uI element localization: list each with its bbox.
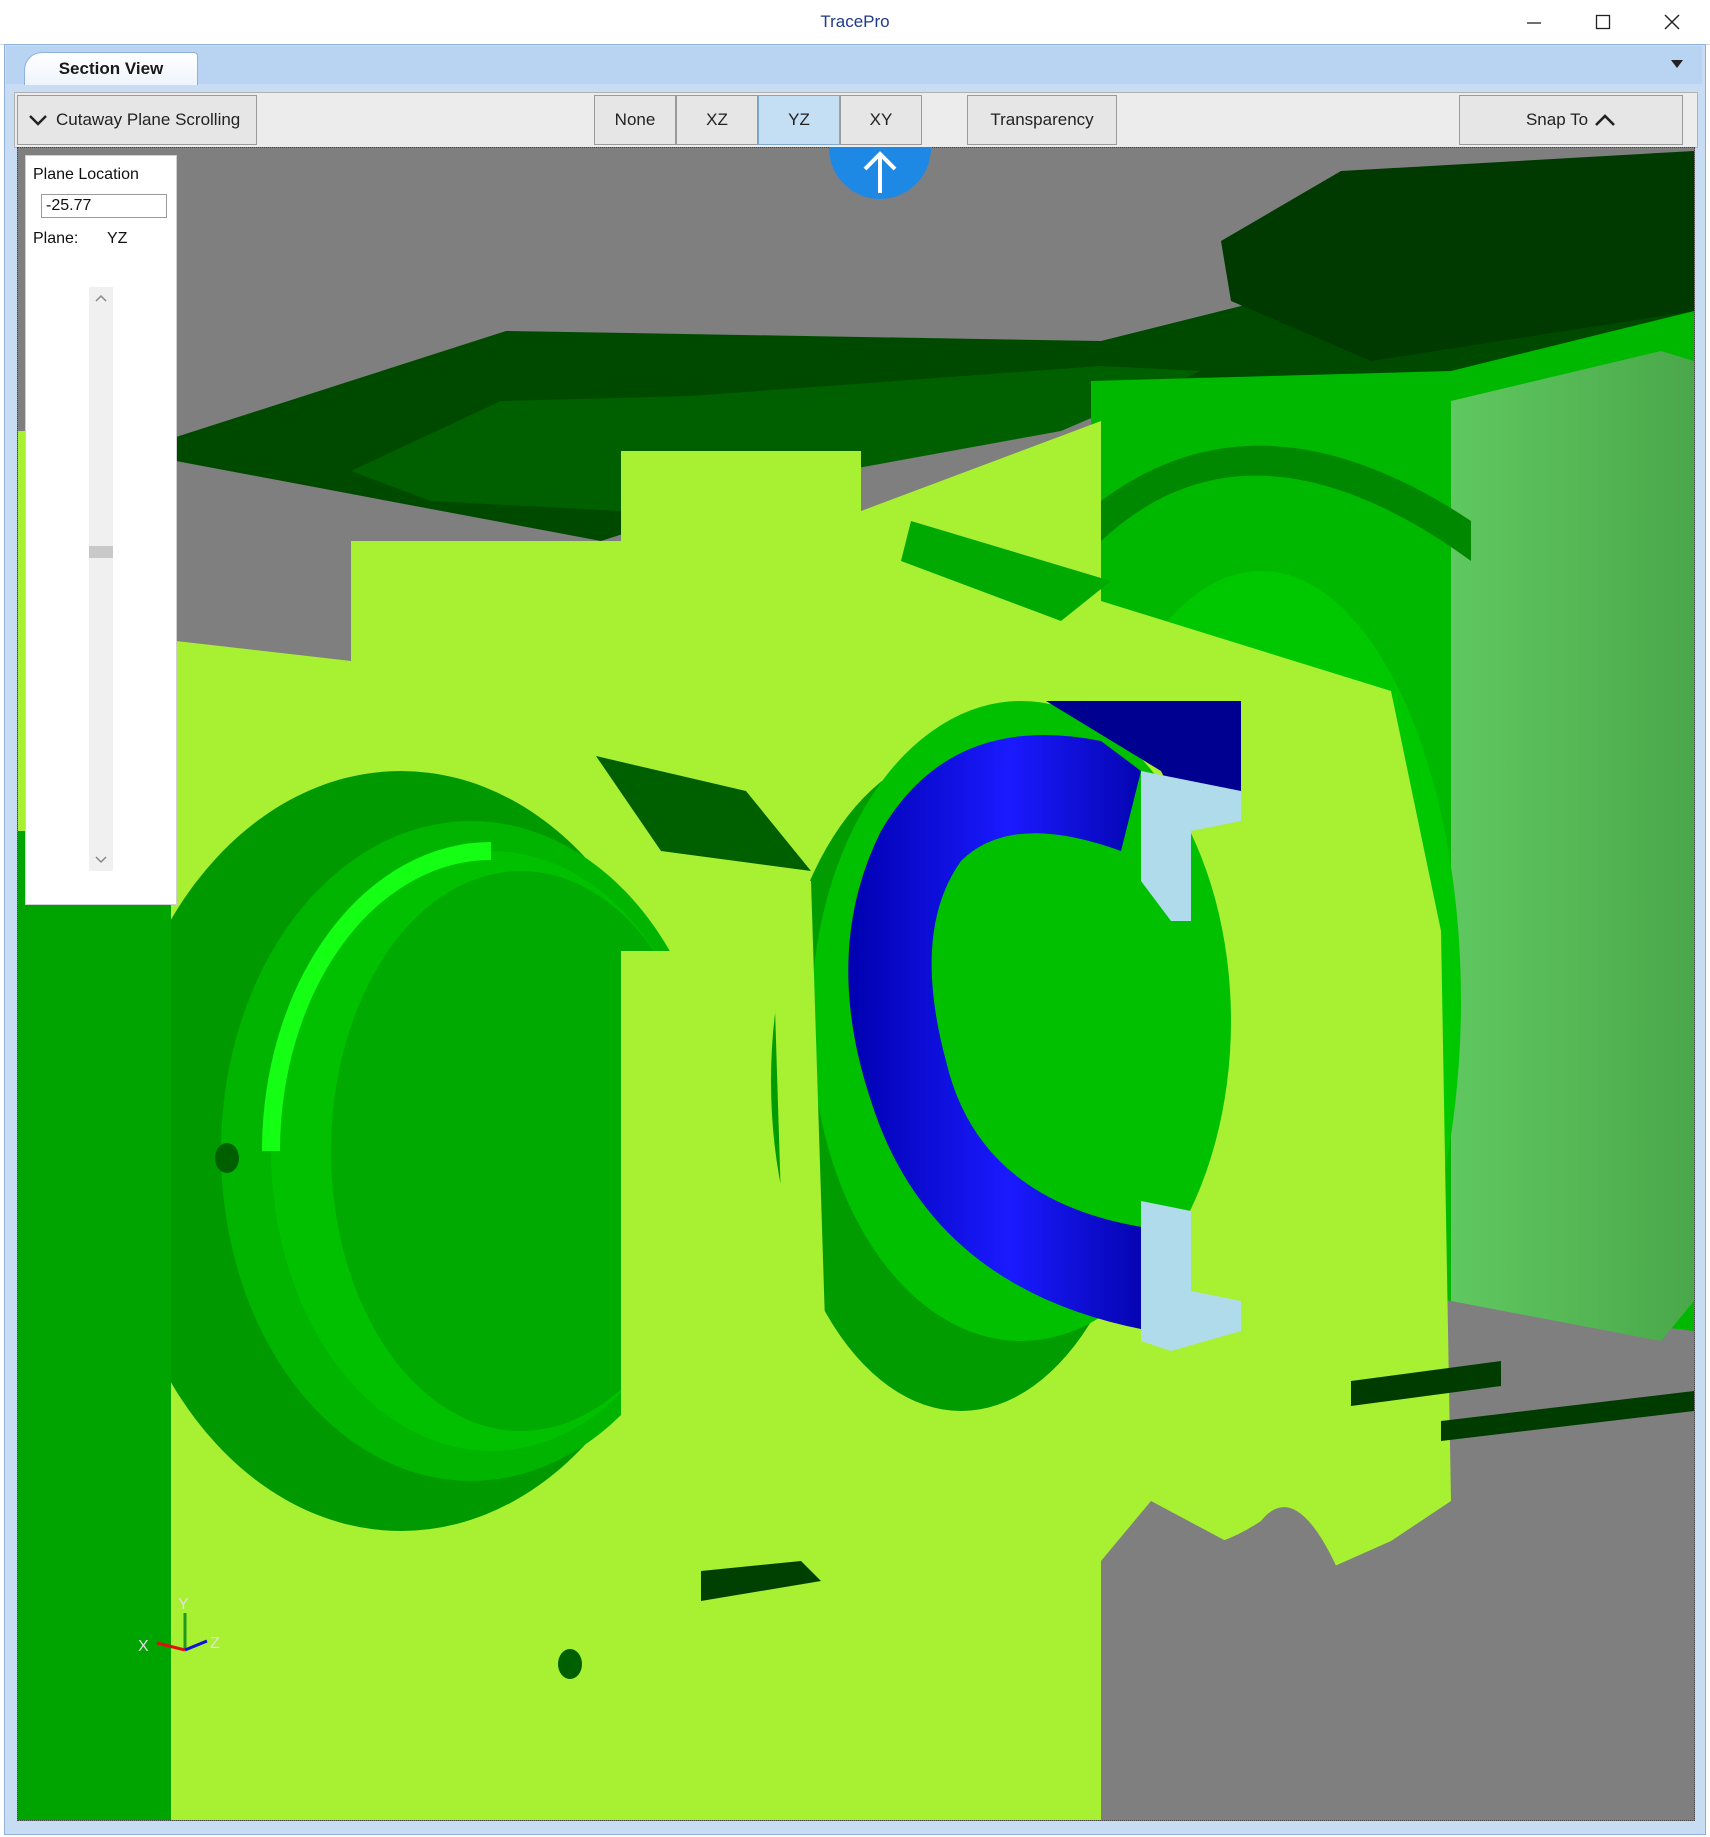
axis-triad-icon: Y X Z xyxy=(138,1596,220,1655)
plane-none-button[interactable]: None xyxy=(594,95,676,145)
close-button[interactable] xyxy=(1638,0,1706,44)
section-toolbar: Cutaway Plane Scrolling None XZ YZ XY Tr… xyxy=(14,92,1698,148)
scroll-down-arrow[interactable] xyxy=(89,852,113,868)
cutaway-plane-scrolling-button[interactable]: Cutaway Plane Scrolling xyxy=(17,95,257,145)
tab-dropdown-button[interactable] xyxy=(1670,56,1684,72)
plane-value: YZ xyxy=(107,230,128,247)
cutaway-label: Cutaway Plane Scrolling xyxy=(56,110,241,129)
axis-x-label: X xyxy=(138,1638,149,1655)
axis-triad: Y X Z xyxy=(135,1595,230,1665)
move-plane-up-button[interactable] xyxy=(829,147,931,199)
maximize-icon xyxy=(1595,14,1611,30)
minimize-icon xyxy=(1527,22,1541,24)
triangle-down-icon xyxy=(1671,60,1683,68)
arrow-up-icon xyxy=(863,151,897,193)
plane-location-slider[interactable] xyxy=(89,287,113,871)
chevron-up-icon xyxy=(1595,114,1615,126)
slider-thumb[interactable] xyxy=(89,546,113,559)
plane-label: Plane: xyxy=(33,230,79,247)
section-viewport[interactable] xyxy=(17,147,1695,1821)
plane-location-panel: Plane Location Plane: YZ xyxy=(25,155,177,905)
axis-z-label: Z xyxy=(210,1635,220,1652)
snap-to-label: Snap To xyxy=(1525,110,1589,129)
model-render xyxy=(18,151,1694,1820)
plane-location-input[interactable] xyxy=(41,194,167,218)
scroll-up-arrow[interactable] xyxy=(89,290,113,306)
tab-section-view[interactable]: Section View xyxy=(24,52,198,85)
window-title: TracePro xyxy=(820,12,890,31)
chevron-up-icon xyxy=(95,294,107,302)
title-bar: TracePro xyxy=(0,0,1710,45)
snap-to-button[interactable]: Snap To xyxy=(1459,95,1683,145)
tab-strip: Section View xyxy=(6,46,1702,85)
plane-yz-button[interactable]: YZ xyxy=(758,95,840,145)
chevron-down-icon xyxy=(95,856,107,864)
plane-location-label: Plane Location xyxy=(33,166,139,183)
close-icon xyxy=(1664,14,1680,30)
maximize-button[interactable] xyxy=(1569,0,1637,44)
chevron-down-icon xyxy=(29,115,47,126)
minimize-button[interactable] xyxy=(1500,0,1568,44)
plane-xz-button[interactable]: XZ xyxy=(676,95,758,145)
plane-xy-button[interactable]: XY xyxy=(840,95,922,145)
axis-y-label: Y xyxy=(178,1596,189,1613)
transparency-button[interactable]: Transparency xyxy=(967,95,1117,145)
